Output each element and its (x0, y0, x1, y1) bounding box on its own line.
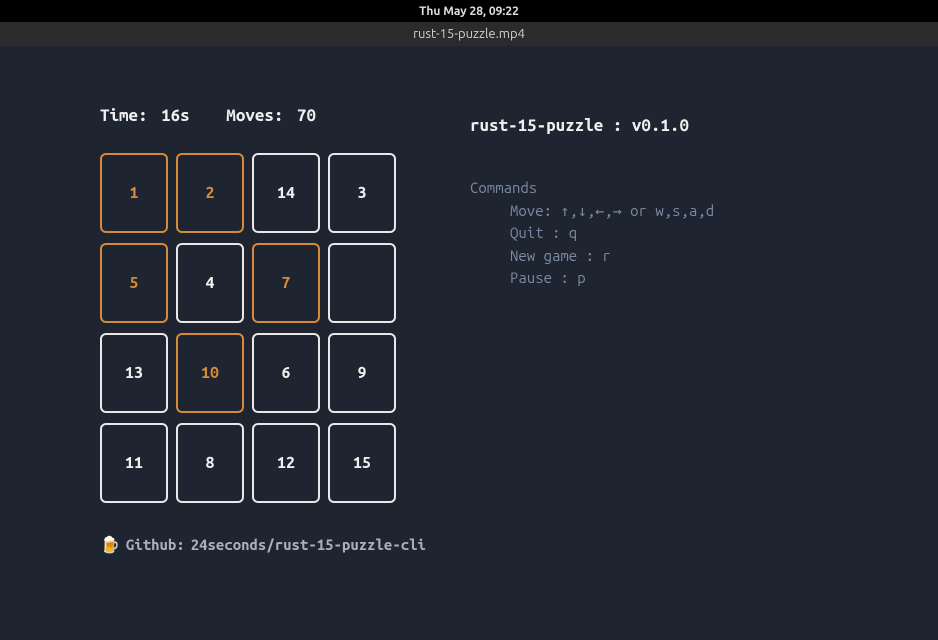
puzzle-tile-12[interactable]: 12 (252, 423, 320, 503)
main-content: Time: 16s Moves: 70 12143547131069118121… (0, 46, 938, 554)
beer-icon: 🍺 (100, 535, 120, 554)
footer: 🍺 Github: 24seconds/rust-15-puzzle-cli (100, 535, 460, 554)
github-repo: 24seconds/rust-15-puzzle-cli (191, 536, 426, 553)
game-stats: Time: 16s Moves: 70 (100, 106, 460, 125)
puzzle-tile-1[interactable]: 1 (100, 153, 168, 233)
commands-heading: Commands (470, 177, 714, 200)
window-title: rust-15-puzzle.mp4 (413, 27, 525, 41)
puzzle-tile-3[interactable]: 3 (328, 153, 396, 233)
puzzle-tile-2[interactable]: 2 (176, 153, 244, 233)
app-name: rust-15-puzzle (470, 116, 603, 135)
puzzle-grid[interactable]: 121435471310691181215 (100, 153, 420, 513)
system-topbar: Thu May 28, 09:22 (0, 0, 938, 22)
github-label: Github: (126, 536, 185, 553)
window-titlebar: rust-15-puzzle.mp4 (0, 22, 938, 46)
puzzle-tile-9[interactable]: 9 (328, 333, 396, 413)
puzzle-tile-empty[interactable] (328, 243, 396, 323)
app-separator: : (603, 116, 632, 135)
time-value: 16s (161, 106, 190, 125)
info-panel: rust-15-puzzle : v0.1.0 Commands Move: ↑… (460, 106, 714, 554)
puzzle-tile-6[interactable]: 6 (252, 333, 320, 413)
command-line: Pause : p (470, 267, 714, 290)
moves-label: Moves: (226, 106, 283, 125)
command-line: Move: ↑,↓,←,→ or w,s,a,d (470, 200, 714, 223)
command-line: New game : r (470, 245, 714, 268)
system-datetime: Thu May 28, 09:22 (419, 5, 519, 18)
puzzle-tile-4[interactable]: 4 (176, 243, 244, 323)
puzzle-tile-5[interactable]: 5 (100, 243, 168, 323)
puzzle-tile-7[interactable]: 7 (252, 243, 320, 323)
moves-value: 70 (297, 106, 316, 125)
puzzle-tile-14[interactable]: 14 (252, 153, 320, 233)
puzzle-tile-13[interactable]: 13 (100, 333, 168, 413)
commands-help: Commands Move: ↑,↓,←,→ or w,s,a,dQuit : … (470, 177, 714, 290)
puzzle-tile-8[interactable]: 8 (176, 423, 244, 503)
puzzle-tile-11[interactable]: 11 (100, 423, 168, 503)
command-line: Quit : q (470, 222, 714, 245)
app-title: rust-15-puzzle : v0.1.0 (470, 116, 714, 135)
puzzle-tile-10[interactable]: 10 (176, 333, 244, 413)
game-panel: Time: 16s Moves: 70 12143547131069118121… (0, 106, 460, 554)
app-version: v0.1.0 (632, 116, 689, 135)
time-label: Time: (100, 106, 148, 125)
puzzle-tile-15[interactable]: 15 (328, 423, 396, 503)
